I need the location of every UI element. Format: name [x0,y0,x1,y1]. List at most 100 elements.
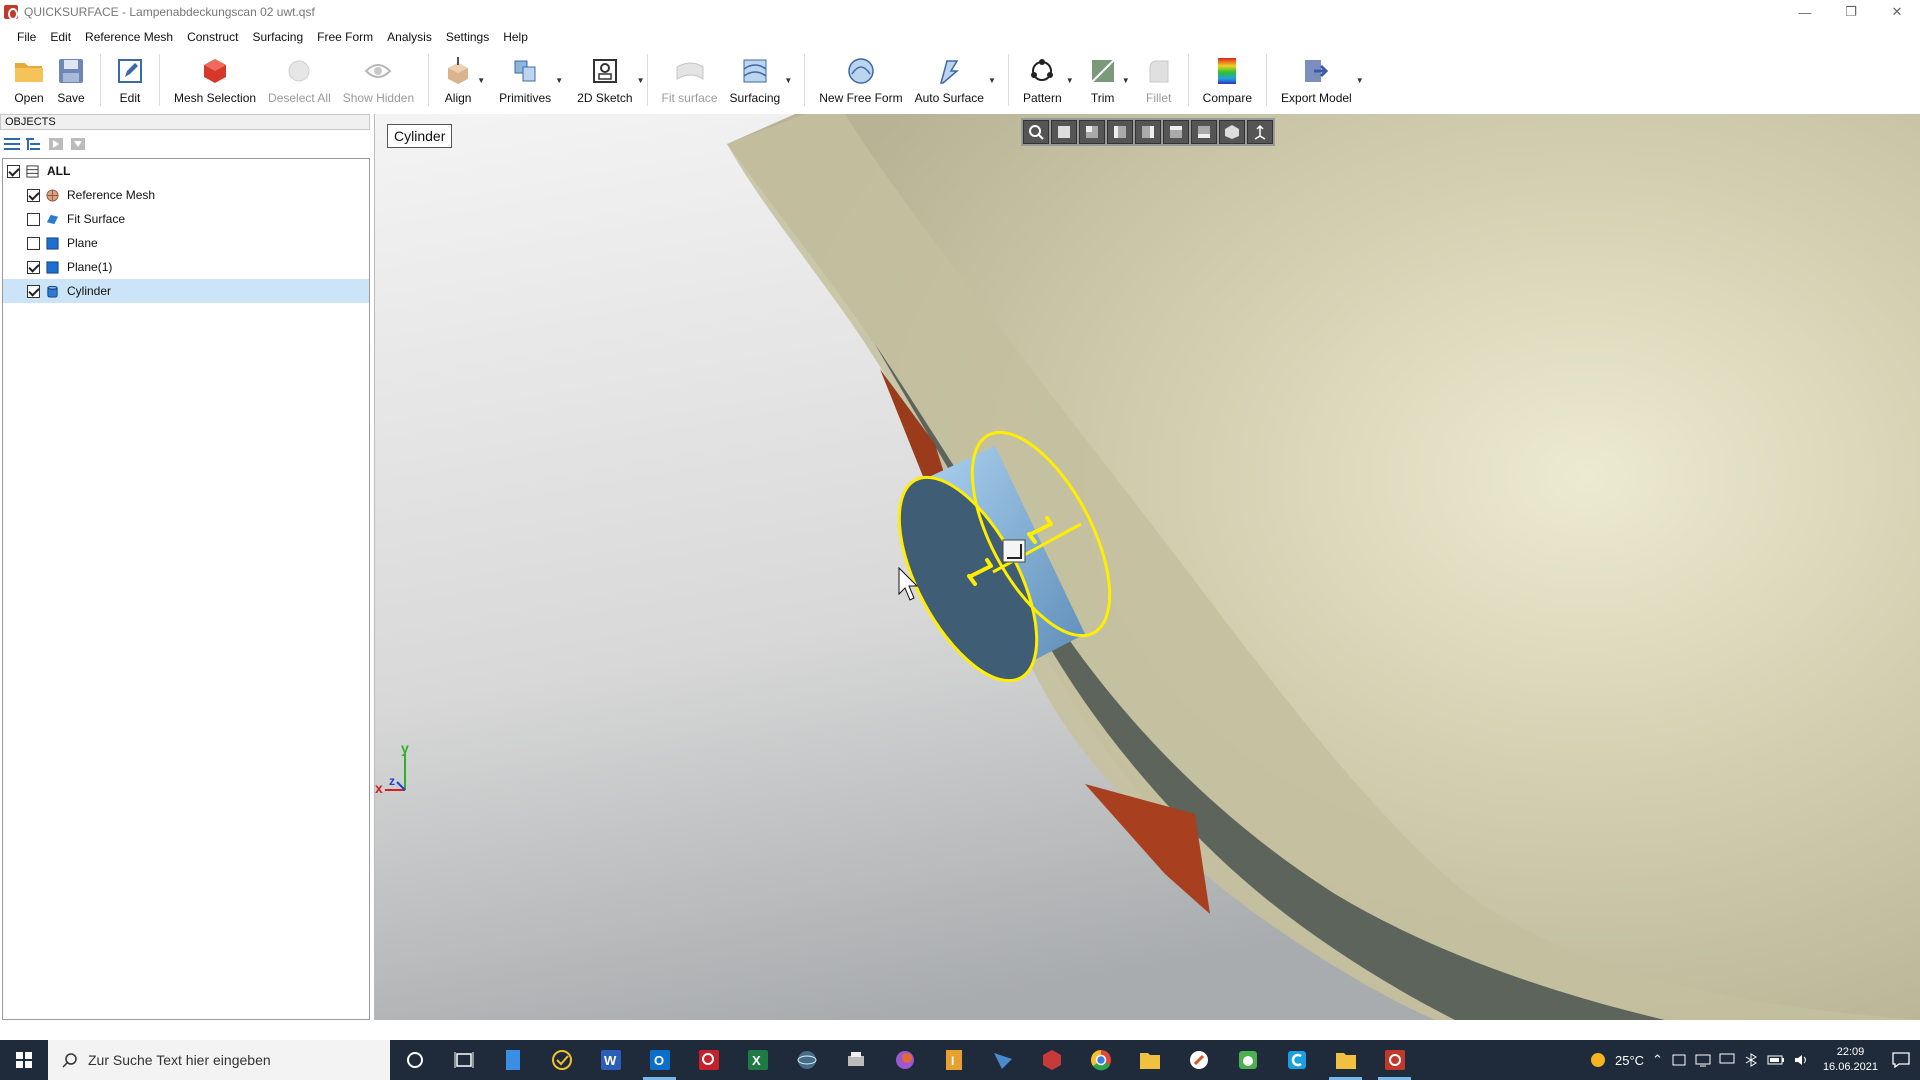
checkbox-cylinder[interactable] [27,284,40,298]
primitives-button[interactable]: Primitives ▼ [493,52,563,108]
tree-view-icon[interactable] [26,136,42,152]
save-button[interactable]: Save [50,52,92,108]
notifications-icon[interactable] [1892,1052,1910,1068]
network-icon[interactable] [1695,1053,1711,1067]
outlook-app-icon[interactable]: O [635,1040,684,1080]
chevron-down-icon[interactable]: ▼ [1122,76,1130,85]
chevron-down-icon[interactable]: ▼ [555,76,563,85]
c-app-icon[interactable] [1272,1040,1321,1080]
deselect-all-button[interactable]: Deselect All [262,52,337,108]
chevron-down-icon[interactable]: ▼ [637,76,645,85]
3d-viewport[interactable]: Cylinder y x z [374,114,1920,1020]
chevron-down-icon[interactable]: ▼ [477,76,485,85]
menu-settings[interactable]: Settings [439,30,496,44]
quicksurface-taskbar-icon[interactable] [1370,1040,1419,1080]
meeting-icon[interactable] [1671,1053,1687,1067]
taskbar-search-box[interactable]: Zur Suche Text hier eingeben [48,1040,390,1080]
menu-edit[interactable]: Edit [43,30,78,44]
search-app-icon[interactable] [684,1040,733,1080]
checkbox-plane[interactable] [27,236,40,250]
checkbox-fit-surface[interactable] [27,212,40,226]
task-view-icon[interactable] [439,1040,488,1080]
menu-reference-mesh[interactable]: Reference Mesh [78,30,180,44]
view-top-icon[interactable] [1163,120,1189,144]
close-button[interactable]: ✕ [1874,0,1920,24]
compare-label: Compare [1202,91,1253,105]
file-explorer-icon[interactable] [1125,1040,1174,1080]
notepad-app-icon[interactable] [488,1040,537,1080]
edit-button[interactable]: Edit [109,52,151,108]
export-model-button[interactable]: Export Model ▼ [1275,52,1364,108]
surfacing-button[interactable]: Surfacing ▼ [724,52,792,108]
show-hidden-button[interactable]: Show Hidden [337,52,420,108]
menu-help[interactable]: Help [496,30,535,44]
open-button[interactable]: Open [8,52,50,108]
todo-app-icon[interactable] [537,1040,586,1080]
checkbox-reference-mesh[interactable] [27,188,40,202]
restore-button[interactable]: ❐ [1828,0,1874,24]
zoom-fit-icon[interactable] [1023,120,1049,144]
volume-icon[interactable] [1793,1053,1809,1067]
pattern-button[interactable]: Pattern ▼ [1017,52,1074,108]
bluetooth-icon[interactable] [1743,1053,1759,1067]
scene-canvas[interactable] [375,114,1920,1020]
battery-icon[interactable] [1767,1054,1785,1066]
list-view-icon[interactable] [4,136,20,152]
display-icon[interactable] [1719,1053,1735,1067]
fit-surface-button[interactable]: Fit surface [656,52,724,108]
view-right-icon[interactable] [1135,120,1161,144]
menu-file[interactable]: File [10,30,43,44]
word-app-icon[interactable]: W [586,1040,635,1080]
start-button[interactable] [0,1040,48,1080]
menu-free-form[interactable]: Free Form [310,30,380,44]
auto-surface-button[interactable]: Auto Surface ▼ [909,52,996,108]
mesh-selection-button[interactable]: Mesh Selection [168,52,262,108]
compass-app-icon[interactable] [1174,1040,1223,1080]
view-iso-icon[interactable] [1219,120,1245,144]
new-free-form-button[interactable]: New Free Form [813,52,908,108]
menu-construct[interactable]: Construct [180,30,245,44]
objects-panel-header: OBJECTS [0,114,370,130]
printer-app-icon[interactable] [831,1040,880,1080]
chevron-down-icon[interactable]: ▼ [1356,76,1364,85]
menu-surfacing[interactable]: Surfacing [245,30,310,44]
chevron-down-icon[interactable]: ▼ [784,76,792,85]
chevron-down-icon[interactable]: ▼ [1066,76,1074,85]
view-bottom-icon[interactable] [1191,120,1217,144]
tree-item-reference-mesh[interactable]: Reference Mesh [3,183,369,207]
checkbox-all[interactable] [7,164,20,178]
align-button[interactable]: Align ▼ [437,52,485,108]
cad-app-icon[interactable] [978,1040,1027,1080]
tree-item-plane-1[interactable]: Plane(1) [3,255,369,279]
menu-analysis[interactable]: Analysis [380,30,439,44]
cortana-icon[interactable] [390,1040,439,1080]
tree-item-all[interactable]: ALL [3,159,369,183]
compare-button[interactable]: Compare [1197,52,1258,108]
checkbox-plane-1[interactable] [27,260,40,274]
clock[interactable]: 22:09 16.06.2021 [1823,1045,1878,1075]
chrome-app-icon[interactable] [1076,1040,1125,1080]
inventor-app-icon[interactable]: I [929,1040,978,1080]
file-explorer-window-icon[interactable] [1321,1040,1370,1080]
expand-icon[interactable] [48,136,64,152]
view-left-icon[interactable] [1107,120,1133,144]
chevron-down-icon[interactable]: ▼ [988,76,996,85]
tree-item-plane[interactable]: Plane [3,231,369,255]
view-front-icon[interactable] [1051,120,1077,144]
3d-app-icon[interactable] [1027,1040,1076,1080]
trim-button[interactable]: Trim ▼ [1082,52,1130,108]
firefox-app-icon[interactable] [880,1040,929,1080]
tree-item-cylinder[interactable]: Cylinder [3,279,369,303]
view-axis-icon[interactable] [1247,120,1273,144]
view-back-icon[interactable] [1079,120,1105,144]
2d-sketch-button[interactable]: 2D Sketch ▼ [571,52,645,108]
fillet-button[interactable]: Fillet [1138,52,1180,108]
chevron-up-icon[interactable]: ⌃ [1652,1052,1663,1068]
network-app-icon[interactable] [782,1040,831,1080]
android-app-icon[interactable] [1223,1040,1272,1080]
filter-icon[interactable] [70,136,86,152]
minimize-button[interactable]: — [1782,0,1828,24]
excel-app-icon[interactable]: X [733,1040,782,1080]
temperature-text[interactable]: 25°C [1615,1053,1644,1068]
tree-item-fit-surface[interactable]: Fit Surface [3,207,369,231]
